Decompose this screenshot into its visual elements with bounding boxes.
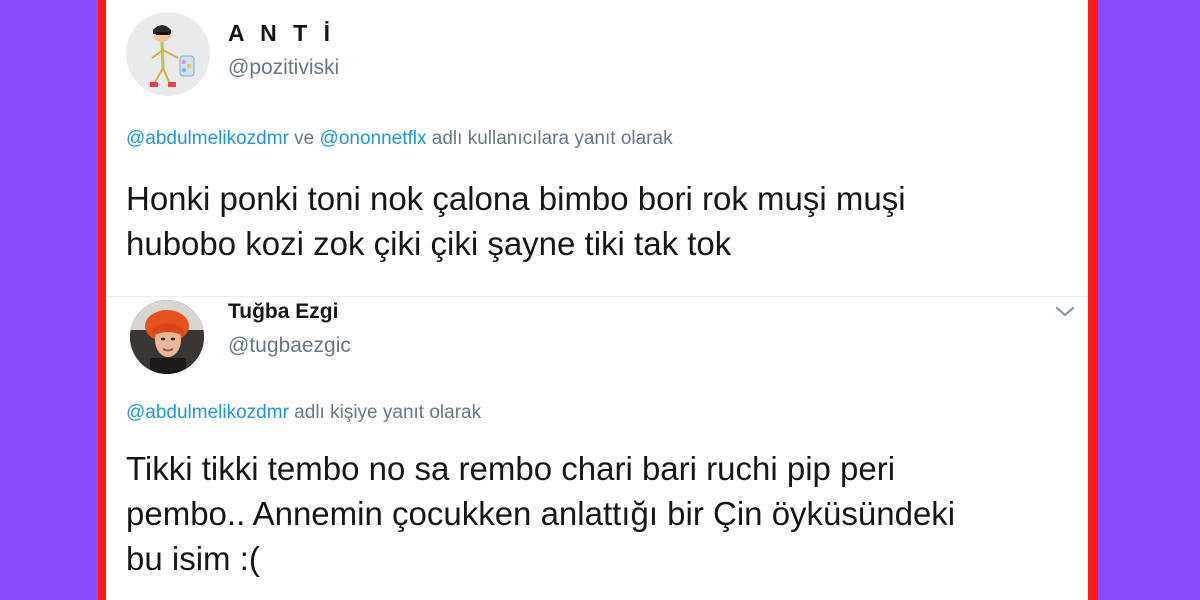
display-name[interactable]: A N T İ (228, 20, 335, 47)
reply-suffix: adlı kişiye yanıt olarak (288, 402, 482, 423)
tweet-text: Tikki tikki tembo no sa rembo chari bari… (126, 446, 955, 581)
profile-photo-icon (130, 300, 204, 374)
tweet-text: Honki ponki toni nok çalona bimbo bori r… (126, 176, 906, 266)
tweet-text-line: hubobo kozi zok çiki çiki şayne tiki tak… (126, 225, 732, 262)
reply-conjunction: ve (288, 128, 320, 149)
mention-link[interactable]: @abdulmelikozdmr (126, 402, 289, 423)
tweet-card: Tuğba Ezgi @tugbaezgic @abdulmelikozdmr … (106, 296, 1088, 600)
tweet-text-line: Tikki tikki tembo no sa rembo chari bari… (126, 450, 896, 487)
stick-figure-icon (126, 12, 210, 96)
avatar[interactable] (130, 300, 204, 374)
tweet-text-line: pembo.. Annemin çocukken anlattığı bir Ç… (126, 495, 956, 532)
divider (106, 296, 1088, 297)
user-handle[interactable]: @tugbaezgic (228, 334, 351, 358)
tweet-card: A N T İ @pozitiviski @abdulmelikozdmr ve… (106, 0, 1088, 296)
tweet-text-line: bu isim :( (126, 540, 260, 577)
user-handle[interactable]: @pozitiviski (228, 56, 339, 80)
avatar[interactable] (126, 12, 210, 96)
reply-context: @abdulmelikozdmr ve @ononnetflx adlı kul… (126, 128, 673, 150)
reply-suffix: adlı kullanıcılara yanıt olarak (426, 128, 673, 149)
reply-context: @abdulmelikozdmr adlı kişiye yanıt olara… (126, 402, 481, 424)
display-name[interactable]: Tuğba Ezgi (228, 300, 338, 324)
mention-link[interactable]: @abdulmelikozdmr (126, 128, 289, 149)
tweet-panel: A N T İ @pozitiviski @abdulmelikozdmr ve… (106, 0, 1088, 600)
tweet-text-line: Honki ponki toni nok çalona bimbo bori r… (126, 180, 906, 217)
mention-link[interactable]: @ononnetflx (320, 128, 427, 149)
chevron-down-icon[interactable] (1052, 302, 1078, 322)
